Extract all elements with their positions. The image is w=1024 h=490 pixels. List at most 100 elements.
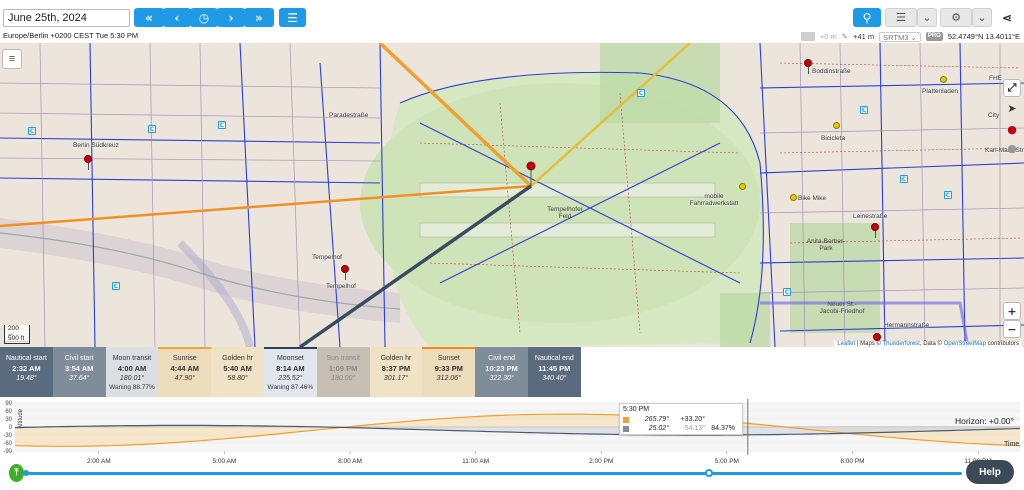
event-cell[interactable]: Sunset 9:33 PM 312.06°	[422, 347, 476, 397]
event-cell[interactable]: Moon transit 4:00 AM 180.01° Waning 88.77%	[105, 347, 159, 397]
event-cell[interactable]: Nautical end 11:45 PM 340.40°	[527, 347, 581, 397]
bike-shop-marker[interactable]	[739, 183, 746, 190]
chevron-down-icon: ⌄	[922, 11, 932, 24]
event-name: Nautical start	[5, 355, 47, 362]
drop-second-marker-button[interactable]: ●	[1003, 139, 1021, 157]
bike-shop-marker[interactable]	[833, 122, 840, 129]
fullscreen-icon: ⤢	[1007, 81, 1017, 94]
altitude-chart[interactable]: 9060300-30-60-90Altitude2:00 AM 5:00 AM 8:…	[0, 397, 1024, 469]
event-name: Civil end	[488, 355, 515, 362]
map-view[interactable]: ≡ Paradestraße Berlin Südkreuz Tempelhof…	[0, 43, 1024, 347]
event-azimuth: 19.48°	[16, 375, 37, 382]
event-azimuth: 58.80°	[227, 375, 248, 382]
settings-dropdown[interactable]: ⌄	[972, 8, 992, 27]
timeline-thumb[interactable]	[704, 469, 713, 477]
timeline-track[interactable]	[26, 472, 962, 475]
elevation-profile-icon[interactable]	[800, 32, 815, 41]
dataset-select[interactable]: SRTM3 ⌄	[879, 31, 921, 42]
minus-icon: −	[1007, 322, 1017, 336]
pin-icon: ⤒	[14, 468, 19, 478]
poi-marker[interactable]	[804, 59, 812, 74]
previous-day-button[interactable]: «	[134, 8, 164, 27]
pencil-icon[interactable]: ✎	[842, 32, 848, 41]
poi-marker[interactable]	[341, 265, 349, 280]
zoom-out-button[interactable]: −	[1003, 320, 1021, 338]
next-hour-button[interactable]: ›	[217, 8, 245, 27]
moon-altitude: -54.13°	[682, 425, 705, 432]
chevron-left-icon: ‹	[174, 10, 180, 25]
locate-button[interactable]: ➤	[1003, 99, 1021, 117]
layers-icon: ≡	[8, 53, 16, 65]
map-layers-menu-button[interactable]: ☰	[885, 8, 917, 27]
search-icon: ⚲	[862, 10, 872, 25]
charging-station-icon[interactable]: C	[637, 89, 645, 97]
poi-marker[interactable]	[871, 223, 879, 238]
event-azimuth: 340.40°	[542, 375, 567, 382]
map-label-boddinstrasse: Boddinstraße	[812, 68, 851, 75]
date-input[interactable]	[3, 9, 130, 27]
charging-station-icon[interactable]: C	[218, 121, 226, 129]
bike-shop-marker[interactable]	[940, 76, 947, 83]
help-button[interactable]: Help	[966, 460, 1014, 484]
map-canvas[interactable]	[0, 43, 1024, 347]
event-time: 1:09 PM	[329, 364, 358, 373]
attribution-thunderforest-link[interactable]: Thunderforest	[883, 341, 920, 347]
event-cell[interactable]: Sun transit 1:09 PM 180.00°	[316, 347, 370, 397]
scale-bar-imperial: 500 ft	[4, 335, 30, 344]
event-cell[interactable]: Golden hr 8:37 PM 301.17°	[369, 347, 423, 397]
event-cell[interactable]: Golden hr 5:40 AM 58.80°	[211, 347, 264, 397]
event-moon-phase: Waning 88.77%	[109, 384, 155, 391]
bike-shop-marker[interactable]	[790, 194, 797, 201]
dataset-label: SRTM3	[883, 32, 909, 42]
zoom-in-button[interactable]: +	[1003, 302, 1021, 320]
map-layers-toggle[interactable]: ≡	[2, 49, 22, 69]
search-button[interactable]: ⚲	[853, 8, 881, 27]
poi-marker[interactable]	[84, 155, 92, 170]
plus-icon: +	[1007, 304, 1017, 318]
now-button[interactable]: ◷	[190, 8, 218, 27]
pin-timeline-button[interactable]: ⤒	[9, 464, 24, 482]
event-cell[interactable]: Nautical start 2:32 AM 19.48°	[0, 347, 53, 397]
event-azimuth: 180.01°	[119, 375, 145, 382]
charging-station-icon[interactable]: C	[944, 191, 952, 199]
previous-hour-button[interactable]: ‹	[163, 8, 191, 27]
charging-station-icon[interactable]: C	[860, 106, 868, 114]
poi-marker[interactable]	[873, 333, 881, 347]
event-time: 5:40 AM	[223, 364, 252, 373]
charging-station-icon[interactable]: C	[148, 125, 156, 133]
map-label-anita-berber-park: Anita-Berber-Park	[806, 238, 846, 252]
event-cell[interactable]: Sunrise 4:44 AM 47.90°	[158, 347, 212, 397]
event-list-button[interactable]: ☰	[279, 8, 306, 27]
coordinates-readout: 52.4749°N 13.4011°E	[947, 32, 1020, 41]
event-name: Moon transit	[112, 355, 152, 362]
fullscreen-button[interactable]: ⤢	[1003, 79, 1021, 97]
timeline-slider[interactable]: ⤒	[0, 463, 1024, 490]
next-day-button[interactable]: »	[244, 8, 274, 27]
charging-station-icon[interactable]: C	[900, 175, 908, 183]
event-cell[interactable]: Civil start 3:54 AM 37.64°	[52, 347, 106, 397]
charging-station-icon[interactable]: C	[112, 282, 120, 290]
sun-azimuth: 265.79°	[644, 416, 669, 423]
scale-imperial-label: 500 ft	[8, 335, 25, 342]
charging-station-icon[interactable]: C	[28, 127, 36, 135]
attribution-osm-link[interactable]: OpenStreetMap	[944, 341, 986, 347]
attribution-leaflet-link[interactable]: Leaflet	[837, 341, 855, 347]
event-cell[interactable]: Civil end 10:23 PM 322.30°	[475, 347, 528, 397]
drop-marker-button[interactable]: ●	[1003, 120, 1021, 138]
attribution-text-data: , Data ©	[919, 341, 944, 347]
clock-icon: ◷	[198, 10, 210, 25]
event-azimuth: 301.17°	[383, 375, 409, 382]
map-label-hermannstrasse: Hermannstraße	[884, 322, 930, 329]
map-label-leinestrasse: Leinestraße	[853, 213, 888, 220]
share-button[interactable]: ⋖	[998, 8, 1016, 27]
map-layers-dropdown[interactable]: ⌄	[917, 8, 937, 27]
y-tick-label: 60	[5, 409, 12, 415]
map-label-paradestrasse: Paradestraße	[329, 112, 369, 119]
horizon-label: Horizon: +0.00°	[955, 416, 1014, 426]
elevation-offset[interactable]: +0 m	[820, 32, 837, 41]
location-marker[interactable]	[526, 161, 536, 171]
charging-station-icon[interactable]: C	[783, 288, 791, 296]
help-label: Help	[979, 466, 1001, 478]
event-cell[interactable]: Moonset 8:14 AM 235.52° Waning 87.46%	[263, 347, 317, 397]
settings-button[interactable]: ⚙	[940, 8, 972, 27]
